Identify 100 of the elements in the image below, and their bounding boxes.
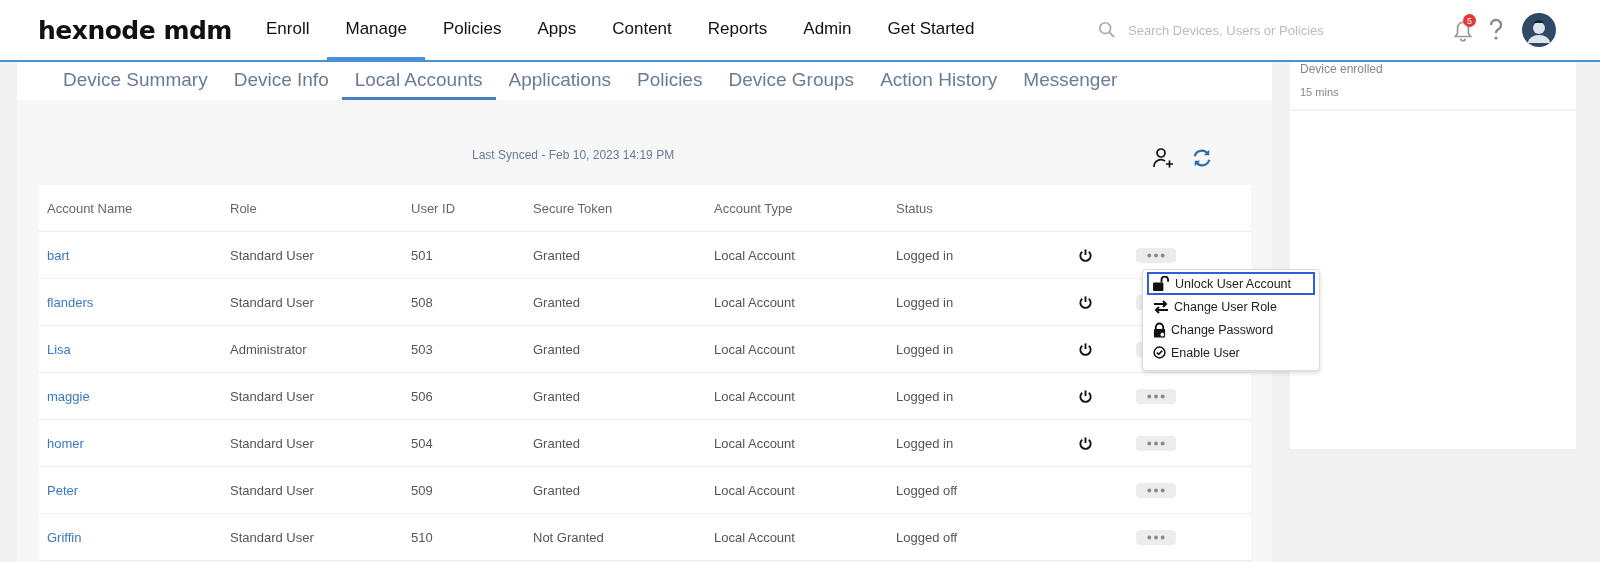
avatar-icon[interactable] bbox=[1522, 13, 1556, 47]
table-cell-text: Logged in bbox=[896, 341, 955, 357]
tab[interactable]: Local Accounts bbox=[341, 62, 496, 100]
table-cell-text: 506 bbox=[411, 388, 434, 404]
column-header: User ID bbox=[411, 200, 457, 216]
table-cell-text: Local Account bbox=[714, 388, 796, 404]
notification-badge: 5 bbox=[1463, 14, 1476, 27]
table-cell-text: 509 bbox=[411, 482, 434, 498]
more-button[interactable] bbox=[1136, 435, 1176, 451]
table-cell-text: 504 bbox=[411, 435, 434, 451]
nav-tab[interactable]: Apps bbox=[519, 0, 595, 60]
more-button[interactable] bbox=[1136, 482, 1176, 498]
more-icon bbox=[1146, 487, 1166, 493]
account-link[interactable]: bart bbox=[39, 247, 230, 263]
menu-item[interactable]: Unlock User Account bbox=[1147, 272, 1315, 295]
table-cell-text: Standard User bbox=[230, 247, 315, 263]
menu-label: Enable User bbox=[1171, 345, 1240, 360]
column-header: Account Name bbox=[46, 200, 134, 216]
table-cell-text: Local Account bbox=[714, 435, 796, 451]
more-button[interactable] bbox=[1136, 529, 1176, 545]
table-cell-text: Granted bbox=[533, 435, 581, 451]
table-cell-text: Logged off bbox=[896, 482, 959, 498]
table-cell-text: Granted bbox=[533, 294, 581, 310]
table-cell-text: Logged in bbox=[896, 294, 955, 310]
power-icon[interactable] bbox=[1078, 388, 1093, 404]
table-cell-text: Standard User bbox=[230, 435, 315, 451]
nav-tab[interactable]: Reports bbox=[689, 0, 786, 60]
table-cell-text: Logged in bbox=[896, 247, 955, 263]
lock-icon bbox=[1153, 321, 1166, 338]
activity-time: 15 mins bbox=[1300, 86, 1340, 98]
table-cell-text: 501 bbox=[411, 247, 434, 263]
column-header: Role bbox=[230, 200, 258, 216]
more-icon bbox=[1146, 252, 1166, 258]
help-icon[interactable] bbox=[1488, 18, 1504, 42]
column-header: Account Type bbox=[714, 200, 794, 216]
tab[interactable]: Policies bbox=[623, 62, 716, 100]
power-icon[interactable] bbox=[1078, 294, 1093, 310]
menu-item[interactable]: Enable User bbox=[1147, 341, 1315, 364]
table-cell-text: Local Account bbox=[714, 529, 796, 545]
account-link[interactable]: Lisa bbox=[39, 341, 230, 357]
nav-tab[interactable]: Enroll bbox=[248, 0, 328, 60]
table-cell-text: Logged in bbox=[896, 435, 955, 451]
table-cell-text: Local Account bbox=[714, 341, 796, 357]
table-cell-text: Standard User bbox=[230, 294, 315, 310]
table-cell-text: Logged in bbox=[896, 388, 955, 404]
menu-item[interactable]: Change User Role bbox=[1147, 295, 1315, 318]
table-cell-text: Standard User bbox=[230, 388, 315, 404]
account-link[interactable]: homer bbox=[39, 435, 230, 451]
power-icon[interactable] bbox=[1078, 435, 1093, 451]
tab[interactable]: Device Info bbox=[220, 62, 342, 100]
tab[interactable]: Action History bbox=[867, 62, 1011, 100]
table-cell-text: Local Account bbox=[714, 482, 796, 498]
table-cell-text: Granted bbox=[533, 388, 581, 404]
logo[interactable]: hexnode mdm bbox=[38, 15, 248, 45]
account-link[interactable]: maggie bbox=[39, 388, 230, 404]
more-icon bbox=[1146, 440, 1166, 446]
table-cell-text: 510 bbox=[411, 529, 434, 545]
menu-item[interactable]: Change Password bbox=[1147, 318, 1315, 341]
menu-label: Change User Role bbox=[1174, 299, 1277, 314]
table-cell-text: 503 bbox=[411, 341, 434, 357]
menu-label: Unlock User Account bbox=[1175, 276, 1292, 291]
table-cell-text: Local Account bbox=[714, 294, 796, 310]
refresh-icon[interactable] bbox=[1192, 148, 1212, 168]
table-cell-text: 508 bbox=[411, 294, 434, 310]
tab[interactable]: Device Summary bbox=[50, 62, 221, 100]
check-circle-icon bbox=[1153, 346, 1166, 359]
nav-tab[interactable]: Admin bbox=[785, 0, 870, 60]
nav-tab[interactable]: Policies bbox=[424, 0, 520, 60]
column-header: Secure Token bbox=[533, 200, 614, 216]
table-cell-text: Logged off bbox=[896, 529, 959, 545]
account-link[interactable]: Peter bbox=[39, 482, 230, 498]
table-cell-text: Not Granted bbox=[533, 529, 605, 545]
table-cell-text: Standard User bbox=[230, 529, 315, 545]
table-cell-text: Standard User bbox=[230, 482, 315, 498]
table-cell-text: Administrator bbox=[230, 341, 308, 357]
more-button[interactable] bbox=[1136, 388, 1176, 404]
account-link[interactable]: flanders bbox=[39, 294, 230, 310]
activity-title: Device enrolled bbox=[1300, 62, 1384, 76]
more-icon bbox=[1146, 534, 1166, 540]
search-icon bbox=[1098, 21, 1116, 39]
account-link[interactable]: Griffin bbox=[39, 529, 230, 545]
column-header: Status bbox=[896, 200, 934, 216]
table-cell-text: Granted bbox=[533, 247, 581, 263]
table-cell-text: Granted bbox=[533, 341, 581, 357]
more-icon bbox=[1146, 393, 1166, 399]
swap-arrows-icon bbox=[1153, 299, 1169, 314]
power-icon[interactable] bbox=[1078, 341, 1093, 357]
more-button[interactable] bbox=[1136, 247, 1176, 263]
nav-tab[interactable]: Get Started bbox=[869, 0, 993, 60]
tab[interactable]: Applications bbox=[495, 62, 624, 100]
tab[interactable]: Messenger bbox=[1010, 62, 1131, 100]
table-cell-text: Granted bbox=[533, 482, 581, 498]
tab[interactable]: Device Groups bbox=[715, 62, 868, 100]
nav-tab[interactable]: Content bbox=[594, 0, 690, 60]
power-icon[interactable] bbox=[1078, 247, 1093, 263]
add-user-icon[interactable] bbox=[1152, 147, 1174, 169]
last-synced-text: Last Synced - Feb 10, 2023 14:19 PM bbox=[472, 148, 676, 162]
table-cell-text: Local Account bbox=[714, 247, 796, 263]
padlock-icon bbox=[1153, 276, 1170, 291]
menu-label: Change Password bbox=[1171, 322, 1274, 337]
